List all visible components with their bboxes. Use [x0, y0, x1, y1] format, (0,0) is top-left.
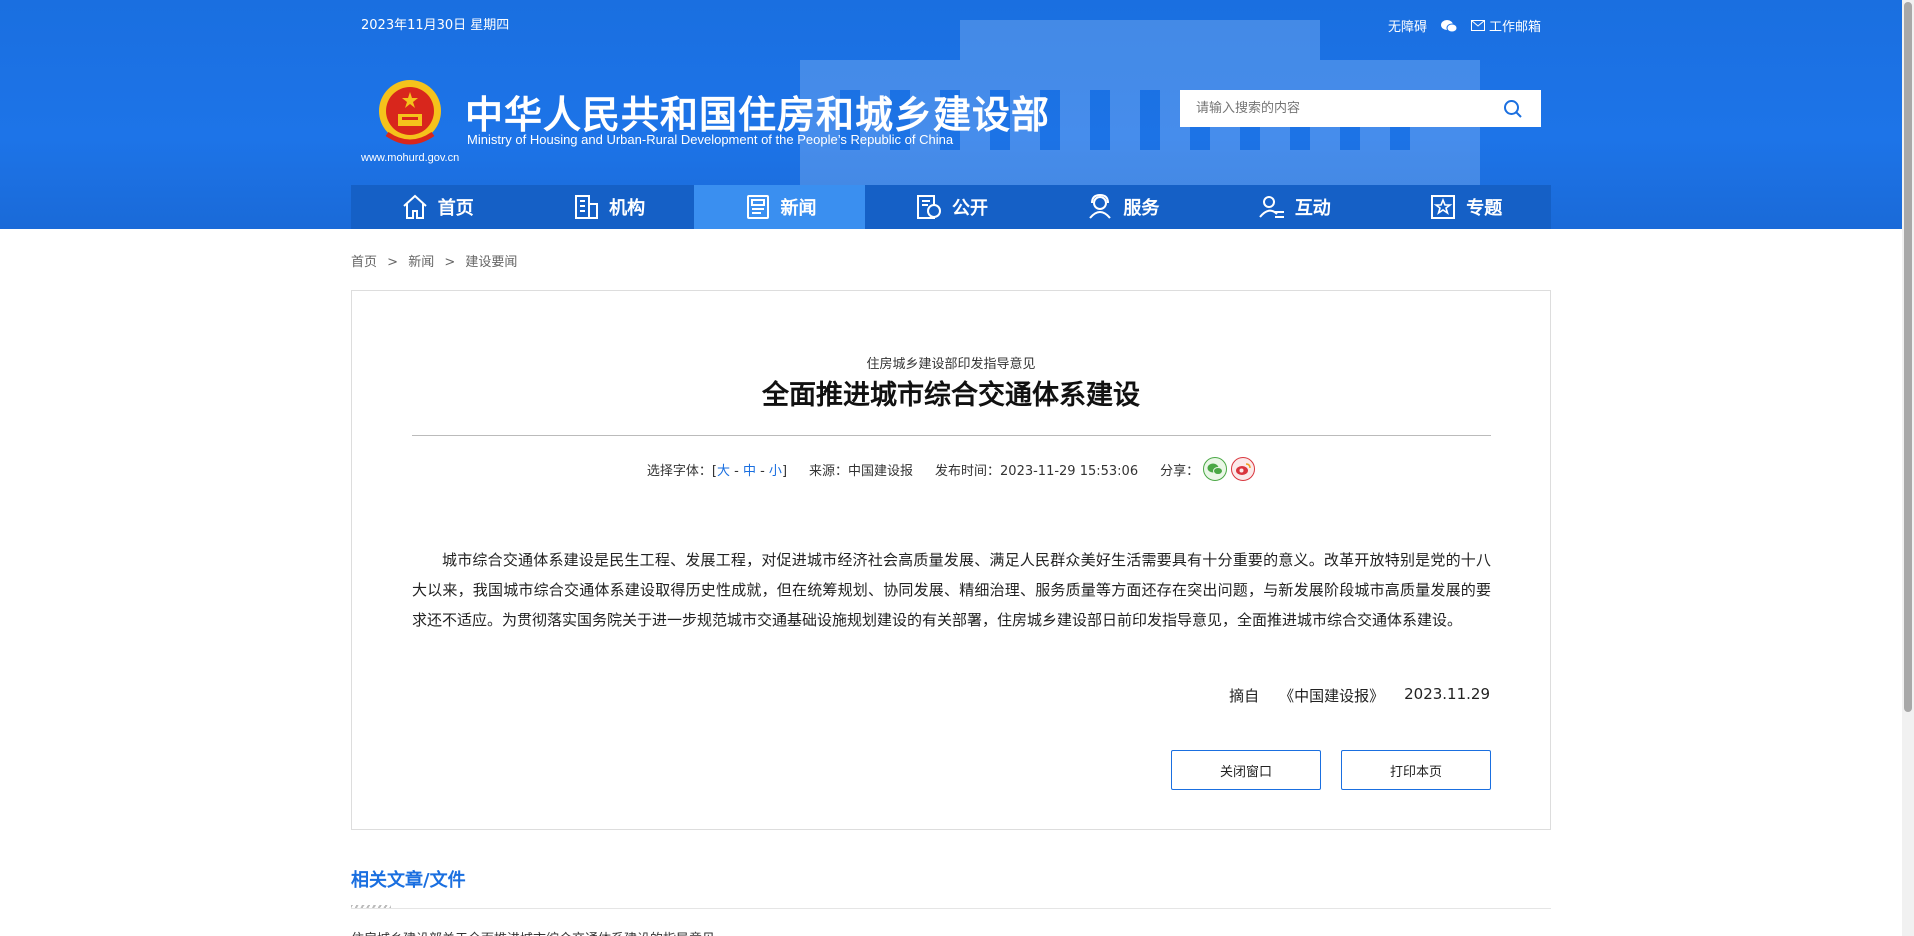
article-meta: 选择字体：[大 - 中 - 小] 来源：中国建设报 发布时间：2023-11-2… — [352, 457, 1550, 481]
article-body: 城市综合交通体系建设是民生工程、发展工程，对促进城市经济社会高质量发展、满足人民… — [412, 551, 1491, 629]
font-size-selector: 选择字体：[大 - 中 - 小] — [646, 463, 788, 479]
article-panel: 住房城乡建设部印发指导意见 全面推进城市综合交通体系建设 选择字体：[大 - 中… — [351, 290, 1551, 830]
breadcrumb-news[interactable]: 新闻 — [408, 255, 434, 270]
nav-item-label: 互动 — [1294, 198, 1331, 219]
article-title: 全面推进城市综合交通体系建设 — [762, 380, 1140, 411]
top-links: 无障碍 工作邮箱 — [1388, 16, 1541, 35]
excerpt-from: 摘自 — [1229, 687, 1260, 705]
breadcrumb-home[interactable]: 首页 — [351, 255, 377, 270]
close-window-button[interactable]: 关闭窗口 — [1171, 750, 1321, 790]
interaction-icon — [1259, 196, 1284, 218]
nav-item-news[interactable]: 新闻 — [693, 185, 866, 229]
accessibility-link[interactable]: 无障碍 — [1388, 16, 1427, 35]
share-wechat-icon[interactable] — [1203, 457, 1228, 481]
nav-item-disclosure[interactable]: 公开 — [865, 185, 1036, 229]
nav-item-label: 首页 — [437, 198, 474, 219]
font-size-small[interactable]: 小 — [769, 464, 782, 479]
nav-item-home[interactable]: 首页 — [351, 185, 522, 229]
nav-item-label: 新闻 — [780, 198, 817, 219]
site-logo[interactable]: www.mohurd.gov.cn 中华人民共和国住房和城乡建设部 Minist… — [361, 78, 1061, 168]
breadcrumb: 首页 > 新闻 > 建设要闻 — [351, 251, 517, 270]
nav-item-service[interactable]: 服务 — [1037, 185, 1208, 229]
print-page-button[interactable]: 打印本页 — [1341, 750, 1491, 790]
main-nav: 首页 机构 新闻 公开 服务 互动 专题 — [351, 185, 1551, 229]
site-title: 中华人民共和国住房和城乡建设部 — [465, 93, 1051, 137]
page-scrollbar[interactable] — [1902, 0, 1914, 936]
topic-icon — [1431, 195, 1456, 219]
font-size-large[interactable]: 大 — [717, 464, 730, 479]
email-link[interactable]: 工作邮箱 — [1470, 16, 1541, 35]
home-icon — [403, 194, 427, 219]
excerpt-source: 《中国建设报》 — [1279, 687, 1385, 705]
site-subtitle: Ministry of Housing and Urban-Rural Deve… — [467, 132, 954, 147]
breadcrumb-separator: > — [387, 255, 399, 270]
service-icon — [1089, 193, 1112, 219]
nav-item-topic[interactable]: 专题 — [1380, 185, 1551, 229]
nav-item-interaction[interactable]: 互动 — [1208, 185, 1379, 229]
building-icon — [575, 195, 599, 219]
email-link-label: 工作邮箱 — [1488, 20, 1541, 35]
nav-item-label: 公开 — [951, 198, 988, 219]
breadcrumb-separator: > — [444, 255, 456, 270]
current-date: 2023年11月30日 星期四 — [361, 18, 510, 33]
excerpt-source-line: 摘自 《中国建设报》 2023.11.29 — [1229, 685, 1490, 706]
title-divider — [412, 435, 1491, 436]
excerpt-date: 2023.11.29 — [1404, 685, 1490, 703]
top-bar: 2023年11月30日 星期四 无障碍 工作邮箱 — [361, 14, 1541, 35]
share-weibo-icon[interactable] — [1231, 457, 1256, 481]
article-source: 来源：中国建设报 — [809, 463, 914, 479]
font-size-label: 选择字体： — [646, 463, 712, 479]
scrollbar-thumb[interactable] — [1904, 2, 1912, 712]
news-icon — [746, 195, 769, 219]
related-article-link[interactable]: 住房城乡建设部关于全面推进城市综合交通体系建设的指导意见 — [351, 928, 715, 936]
related-divider — [351, 908, 1551, 909]
article-kicker: 住房城乡建设部印发指导意见 — [866, 357, 1036, 372]
site-header: 2023年11月30日 星期四 无障碍 工作邮箱 www.mohurd.gov.… — [0, 0, 1902, 229]
share-label: 分享： — [1160, 463, 1200, 479]
site-url: www.mohurd.gov.cn — [361, 152, 460, 164]
breadcrumb-construction-news[interactable]: 建设要闻 — [465, 255, 517, 270]
search-icon[interactable] — [1503, 99, 1523, 119]
search-input[interactable] — [1180, 90, 1490, 127]
nav-item-label: 服务 — [1123, 198, 1160, 219]
share-bar: 分享： — [1160, 457, 1256, 481]
nav-item-label: 专题 — [1466, 198, 1503, 219]
nav-item-organization[interactable]: 机构 — [522, 185, 693, 229]
publish-time: 发布时间：2023-11-29 15:53:06 — [935, 463, 1139, 479]
wechat-icon[interactable] — [1440, 19, 1457, 33]
nav-item-label: 机构 — [609, 198, 646, 219]
mail-icon — [1470, 20, 1485, 31]
disclosure-icon — [916, 195, 941, 219]
national-emblem-icon — [379, 80, 441, 145]
font-size-medium[interactable]: 中 — [743, 464, 756, 479]
search-box — [1180, 90, 1541, 127]
related-articles-title: 相关文章/文件 — [351, 870, 466, 891]
